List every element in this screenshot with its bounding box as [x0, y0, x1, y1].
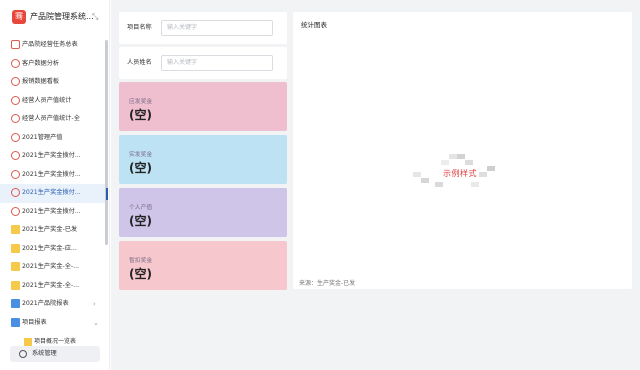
sidebar-item-bonus-paid[interactable]: 2021生产奖金-已发	[0, 221, 108, 240]
mosaic-block	[487, 166, 495, 171]
kpi-card-bonus-due: 应发奖金 (空)	[119, 82, 287, 131]
sample-placeholder: 示例样式	[413, 152, 505, 192]
sidebar-scrollbar[interactable]	[105, 40, 108, 245]
sidebar-item-expense-board[interactable]: 报销数据看板	[0, 73, 108, 92]
user-icon	[11, 169, 20, 179]
app-window: 骞 产品院管理系统... ⤡ 产品院经营任务总表 客户数据分析 报销数据看板 经…	[0, 0, 640, 370]
kpi-card-personal-output: 个人产值 (空)	[119, 188, 287, 237]
sidebar: 骞 产品院管理系统... ⤡ 产品院经营任务总表 客户数据分析 报销数据看板 经…	[0, 0, 110, 370]
sidebar-item-bonus-all-2[interactable]: 2021生产奖金-全-...	[0, 277, 108, 296]
mosaic-block	[413, 172, 421, 177]
user-icon	[11, 151, 20, 160]
folder-open-icon	[11, 317, 20, 327]
chevron-down-icon: ⌄	[93, 318, 99, 327]
sidebar-item-product-reports[interactable]: 2021产品院报表 ›	[0, 295, 108, 314]
sidebar-item-staff-output[interactable]: 经营人员产值统计	[0, 92, 108, 111]
project-name-filter: 项目名称 输入关键字	[119, 12, 287, 44]
kpi-value: (空)	[129, 267, 152, 281]
kpi-card-withheld-bonus: 暂扣奖金 (空)	[119, 241, 287, 290]
kpi-value: (空)	[129, 108, 152, 122]
sidebar-item-bonus-all-1[interactable]: 2021生产奖金-全-...	[0, 258, 108, 277]
mosaic-block	[471, 182, 479, 187]
person-name-filter: 人员姓名 输入关键字	[119, 47, 287, 79]
sidebar-item-bonus-2[interactable]: 2021生产奖金拨付...	[0, 166, 108, 185]
sidebar-item-task-summary[interactable]: 产品院经营任务总表	[0, 36, 108, 55]
document-icon	[11, 280, 20, 290]
system-settings-button[interactable]: 系统管理	[10, 346, 100, 362]
report-icon	[11, 40, 20, 49]
chart-title: 统计图表	[301, 21, 327, 29]
user-icon	[11, 206, 20, 216]
dashboard-icon	[11, 77, 20, 86]
main-content: 项目名称 输入关键字 人员姓名 输入关键字 应发奖金 (空) 实发奖金 (空) …	[111, 0, 640, 370]
person-name-label: 人员姓名	[127, 59, 152, 66]
sidebar-item-management-output[interactable]: 2021管理产值	[0, 129, 108, 148]
document-icon	[11, 262, 20, 271]
collapse-icon[interactable]: ⤡	[92, 10, 98, 24]
dashboard-icon	[11, 95, 20, 105]
kpi-title: 实发奖金	[129, 152, 153, 158]
user-icon	[11, 188, 20, 197]
app-title: 产品院管理系统...	[30, 12, 94, 21]
kpi-card-bonus-paid: 实发奖金 (空)	[119, 135, 287, 184]
project-name-label: 项目名称	[127, 24, 152, 31]
document-icon	[11, 225, 20, 234]
person-name-input[interactable]: 输入关键字	[161, 55, 273, 71]
chart-source: 来源：生产奖金-已发	[299, 280, 356, 287]
dashboard-icon	[11, 58, 20, 68]
gear-icon	[19, 350, 27, 358]
dashboard-icon	[11, 114, 20, 123]
kpi-value: (空)	[129, 161, 152, 175]
mosaic-block	[449, 154, 457, 159]
folder-icon	[11, 299, 20, 308]
sidebar-nav: 产品院经营任务总表 客户数据分析 报销数据看板 经营人员产值统计 经营人员产值统…	[0, 36, 109, 333]
mosaic-block	[457, 154, 465, 159]
chevron-right-icon: ›	[93, 300, 96, 308]
mosaic-block	[479, 172, 487, 177]
kpi-title: 应发奖金	[129, 99, 153, 105]
chart-panel: 统计图表 示例样式 来源：生产奖金-已发	[293, 12, 632, 289]
project-name-input[interactable]: 输入关键字	[161, 20, 273, 36]
sidebar-item-bonus-due[interactable]: 2021生产奖金-应...	[0, 240, 108, 259]
app-logo-icon: 骞	[12, 10, 26, 24]
mosaic-block	[441, 160, 449, 165]
document-icon	[11, 243, 20, 253]
kpi-title: 个人产值	[129, 205, 153, 211]
sidebar-item-bonus-4[interactable]: 2021生产奖金拨付...	[0, 203, 108, 222]
location-icon	[11, 132, 20, 142]
sidebar-item-customer-analysis[interactable]: 客户数据分析	[0, 55, 108, 74]
brand-header: 骞 产品院管理系统... ⤡	[0, 0, 109, 34]
mosaic-block	[421, 178, 429, 183]
sidebar-item-bonus-1[interactable]: 2021生产奖金拨付...	[0, 147, 108, 166]
sample-style-text: 示例样式	[443, 169, 477, 178]
mosaic-block	[465, 160, 473, 165]
active-item-indicator	[106, 188, 108, 200]
mosaic-block	[435, 182, 443, 187]
sidebar-item-bonus-3[interactable]: 2021生产奖金拨付...	[0, 184, 108, 203]
sidebar-item-staff-output-all[interactable]: 经营人员产值统计-全	[0, 110, 108, 129]
kpi-value: (空)	[129, 214, 152, 228]
kpi-title: 暂扣奖金	[129, 258, 153, 264]
sidebar-item-project-reports[interactable]: 项目报表 ⌄	[0, 314, 108, 333]
document-icon	[24, 338, 32, 346]
